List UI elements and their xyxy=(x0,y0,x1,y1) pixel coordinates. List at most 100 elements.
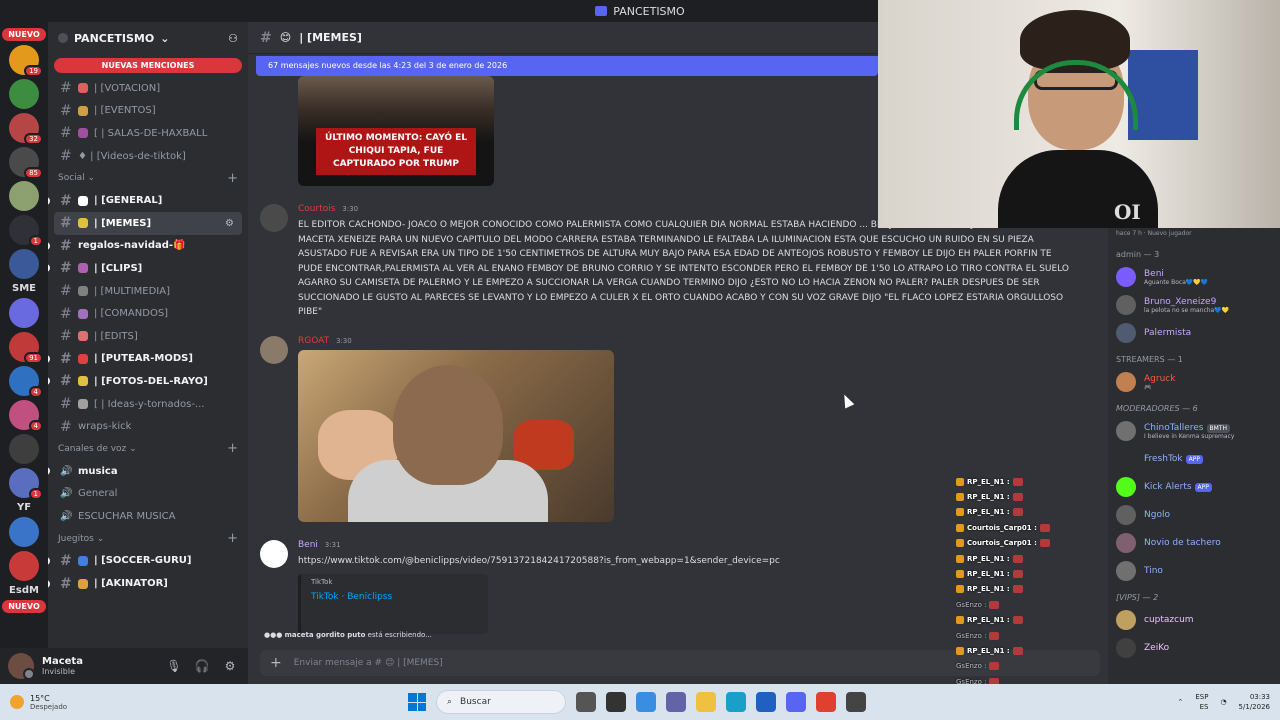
server-icon[interactable] xyxy=(9,181,39,211)
channel-item[interactable]: # | [COMANDOS] xyxy=(48,302,248,325)
plus-icon[interactable]: + xyxy=(270,655,282,671)
chevron-up-icon[interactable]: ⌃ xyxy=(1177,698,1183,706)
microphone-icon[interactable]: 🎙 xyxy=(164,659,184,673)
member-item[interactable]: Ngolo xyxy=(1108,501,1280,529)
news-image[interactable]: ÚLTIMO MOMENTO: CAYÓ EL CHIQUI TAPIA, FU… xyxy=(298,76,494,186)
channel-item[interactable]: 🔊 General xyxy=(48,483,248,506)
gear-icon[interactable]: ⚙ xyxy=(220,659,240,673)
chrome-icon[interactable] xyxy=(816,692,836,712)
server-icon[interactable] xyxy=(9,551,39,581)
taskbar-search[interactable]: ⌕ Buscar xyxy=(436,690,566,714)
new-mentions-banner[interactable]: NUEVAS MENCIONES xyxy=(54,58,242,73)
server-icon[interactable]: 1 xyxy=(9,215,43,247)
channel-item[interactable]: # | [GENERAL] xyxy=(48,189,248,212)
server-icon[interactable]: 1 xyxy=(9,468,43,500)
weather-widget[interactable]: 15°C Despejado xyxy=(0,694,200,711)
avatar[interactable] xyxy=(8,653,35,680)
tray-lang2[interactable]: ES xyxy=(1195,702,1209,712)
member-item[interactable]: Novio de tachero xyxy=(1108,529,1280,557)
channel-item[interactable]: # wraps-kick xyxy=(48,415,248,438)
add-channel-icon[interactable]: + xyxy=(227,171,238,186)
channel-item[interactable]: # | [FOTOS-DEL-RAYO] xyxy=(48,370,248,393)
reaction-image[interactable] xyxy=(298,350,614,522)
server-icon[interactable]: 32 xyxy=(9,113,43,145)
channel-item[interactable]: # | [EDITS] xyxy=(48,325,248,348)
server-icon[interactable]: 4 xyxy=(9,400,43,432)
message-author[interactable]: RGOAT xyxy=(298,336,329,346)
edge-icon[interactable] xyxy=(726,692,746,712)
member-item[interactable]: Agruck 🎮 xyxy=(1108,368,1280,396)
channel-item[interactable]: 🔊 musica xyxy=(48,460,248,483)
file-explorer-icon[interactable] xyxy=(696,692,716,712)
channel-item[interactable]: # | [SOCCER-GURU] xyxy=(48,550,248,573)
server-icon[interactable] xyxy=(9,298,39,328)
channel-item[interactable]: 🔊 ESCUCHAR MUSICA xyxy=(48,505,248,528)
channel-item[interactable]: # [ | Ideas-y-tornados-... xyxy=(48,393,248,416)
server-icon[interactable]: 91 xyxy=(9,332,43,364)
channel-item[interactable]: # | [EVENTOS] xyxy=(48,100,248,123)
channel-item[interactable]: # [ | SALAS-DE-HAXBALL xyxy=(48,122,248,145)
member-item[interactable]: Kick Alerts APP xyxy=(1108,473,1280,501)
server-icon[interactable] xyxy=(9,434,39,464)
guild-header[interactable]: PANCETISMO ⌄ ⚇ xyxy=(48,22,248,54)
avatar[interactable] xyxy=(260,336,288,364)
tray-lang[interactable]: ESP xyxy=(1195,692,1208,702)
member-item[interactable]: cuptazcum xyxy=(1108,606,1280,634)
channel-item[interactable]: # | [AKINATOR] xyxy=(48,572,248,595)
gear-icon[interactable]: ⚙ xyxy=(225,218,234,229)
server-icon[interactable] xyxy=(9,79,39,109)
headphones-icon[interactable]: 🎧 xyxy=(192,659,212,673)
member-item[interactable]: ChinoTalleres BMTH I believe in Kenma supr… xyxy=(1108,417,1280,445)
app-icon[interactable] xyxy=(606,692,626,712)
channel-item[interactable]: # | [MEMES] ⚙ xyxy=(54,211,242,235)
channel-item[interactable]: # | [CLIPS] xyxy=(48,257,248,280)
overlay-chat-line: RP_EL_N1 : xyxy=(956,505,1106,520)
member-item[interactable]: Bruno_Xeneize9 la pelota no se mancha💙💛 xyxy=(1108,291,1280,319)
channel-item[interactable]: # | [PUTEAR-MODS] xyxy=(48,348,248,371)
avatar[interactable] xyxy=(260,204,288,232)
category-games[interactable]: Juegitos ⌄ + xyxy=(48,528,248,550)
copilot-icon[interactable] xyxy=(636,692,656,712)
member-item[interactable]: ZeiKo xyxy=(1108,634,1280,662)
windows-start-icon[interactable] xyxy=(408,693,426,711)
store-icon[interactable] xyxy=(756,692,776,712)
obs-icon[interactable] xyxy=(846,692,866,712)
embed-title[interactable]: TikTok · Beniclipss xyxy=(311,592,478,602)
channel-item[interactable]: # ♦ | [Videos-de-tiktok] xyxy=(48,145,248,168)
server-icon[interactable] xyxy=(9,249,39,279)
server-icon[interactable] xyxy=(9,517,39,547)
add-channel-icon[interactable]: + xyxy=(227,531,238,546)
clock-date[interactable]: 5/1/2026 xyxy=(1239,702,1270,712)
channel-item[interactable]: # | [MULTIMEDIA] xyxy=(48,280,248,303)
discord-icon[interactable] xyxy=(786,692,806,712)
member-name-text: Beni xyxy=(1144,268,1164,279)
new-messages-bar[interactable]: 67 mensajes nuevos desde las 4:23 del 3 … xyxy=(256,56,878,76)
channel-item[interactable]: # regalos-navidad-🎁 xyxy=(48,235,248,258)
server-icon[interactable]: 4 xyxy=(9,366,43,398)
server-text-esdm[interactable]: EsdM xyxy=(9,585,39,596)
clock-time[interactable]: 03:33 xyxy=(1239,692,1270,702)
member-item[interactable]: Palermista xyxy=(1108,319,1280,347)
member-item[interactable]: FreshTok APP xyxy=(1108,445,1280,473)
server-icon[interactable]: 85 xyxy=(9,147,43,179)
teams-icon[interactable] xyxy=(666,692,686,712)
overlay-chat-user: Courtois_Carp01 : xyxy=(967,539,1037,548)
server-text-yf[interactable]: YF xyxy=(17,502,31,513)
server-text-sme[interactable]: SME xyxy=(12,283,36,294)
member-name-text: Palermista xyxy=(1144,328,1192,338)
member-item[interactable]: Tino xyxy=(1108,557,1280,585)
task-view-icon[interactable] xyxy=(576,692,596,712)
message-author[interactable]: Beni xyxy=(298,540,318,550)
message-author[interactable]: Courtois xyxy=(298,204,335,214)
category-social[interactable]: Social ⌄ + xyxy=(48,167,248,189)
avatar[interactable] xyxy=(260,540,288,568)
wifi-icon[interactable]: ◔ xyxy=(1220,698,1226,706)
server-rail: NUEVO 19 32 85 1 SME 91 4 4 1 YF EsdM NUEVO xyxy=(0,22,48,684)
add-friend-icon[interactable]: ⚇ xyxy=(228,32,238,45)
channel-item[interactable]: # | [VOTACION] xyxy=(48,77,248,100)
member-item[interactable]: Beni Aguante Boca💙💛💙 xyxy=(1108,263,1280,291)
category-voice[interactable]: Canales de voz ⌄ + xyxy=(48,438,248,460)
server-icon[interactable]: 19 xyxy=(9,45,43,77)
member-status: I believe in Kenma supremacy xyxy=(1144,432,1235,440)
add-channel-icon[interactable]: + xyxy=(227,441,238,456)
